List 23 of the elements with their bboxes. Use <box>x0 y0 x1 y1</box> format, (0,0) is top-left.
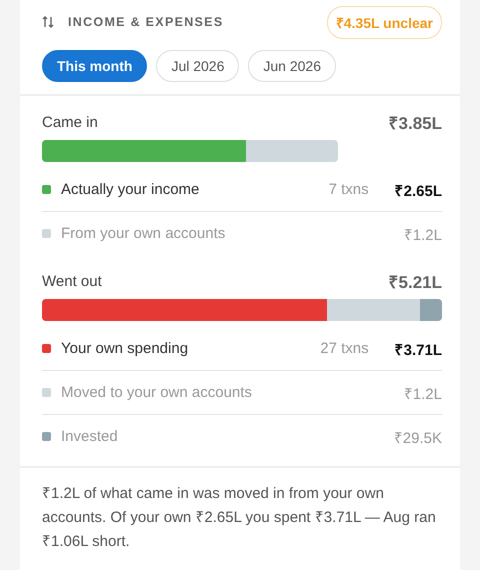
category-amount: ₹1.2L <box>404 226 442 244</box>
summary-text: ₹1.2L of what came in was moved in from your own accounts. Of your own ₹2.65L you spent ₹3.71L — Aug ran ₹1.06L short. <box>20 466 460 554</box>
category-label: From your own accounts <box>61 225 226 242</box>
group-label: Went out <box>42 272 102 290</box>
category-label: Moved to your own accounts <box>61 384 253 401</box>
group-total: ₹5.21L <box>388 272 442 292</box>
period-tab[interactable]: This month <box>42 50 148 82</box>
sort-arrows-icon <box>42 15 54 29</box>
unclear-badge: ₹4.35L unclear <box>326 6 442 38</box>
category-amount: ₹2.65L <box>394 182 442 200</box>
transaction-count: 7 txns <box>328 181 369 198</box>
category-label: Invested <box>61 428 119 445</box>
period-tab[interactable]: Jun 2026 <box>248 50 336 82</box>
section-title: INCOME & EXPENSES <box>68 15 224 29</box>
category-label: Your own spending <box>61 340 190 357</box>
category-label: Actually your income <box>61 181 200 198</box>
category-amount: ₹1.2L <box>404 384 442 402</box>
group-label: Came in <box>42 114 98 130</box>
category-amount: ₹3.71L <box>394 340 442 358</box>
category-amount: ₹29.5K <box>394 428 442 446</box>
period-tab[interactable]: Jul 2026 <box>156 50 240 82</box>
group-total: ₹3.85L <box>388 112 442 134</box>
transaction-count: 27 txns <box>320 340 369 357</box>
